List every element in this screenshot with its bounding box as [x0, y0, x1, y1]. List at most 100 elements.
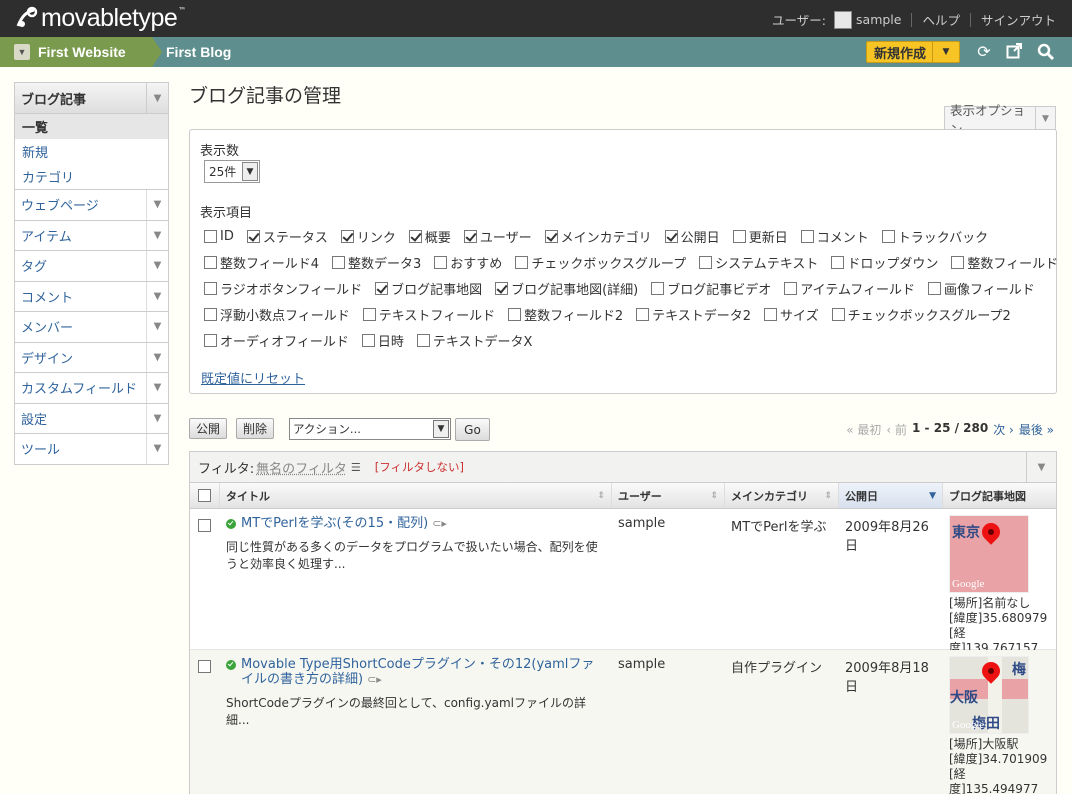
column-header-user[interactable]: ユーザー ⇕ — [612, 483, 725, 508]
new-create-button[interactable]: 新規作成 ▼ — [866, 41, 960, 63]
column-checkbox[interactable] — [515, 255, 529, 269]
column-option[interactable]: チェックボックスグループ2 — [831, 305, 1011, 324]
column-checkbox[interactable] — [951, 255, 965, 269]
column-checkbox[interactable] — [800, 229, 814, 243]
column-option[interactable]: 整数フィールド — [951, 253, 1058, 272]
column-checkbox[interactable] — [508, 307, 522, 321]
column-checkbox[interactable] — [664, 229, 678, 243]
column-option[interactable]: 整数フィールド2 — [508, 305, 623, 324]
chevron-down-icon[interactable]: ▼ — [1035, 107, 1055, 130]
chevron-down-icon[interactable]: ▼ — [146, 342, 168, 372]
column-option[interactable]: アイテムフィールド — [784, 279, 915, 298]
column-option[interactable]: ドロップダウン — [831, 253, 938, 272]
column-option[interactable]: サイズ — [764, 305, 819, 324]
column-checkbox[interactable] — [544, 229, 558, 243]
column-checkbox[interactable] — [699, 255, 713, 269]
column-option[interactable]: ユーザー — [463, 227, 532, 246]
column-checkbox[interactable] — [204, 281, 217, 295]
column-option[interactable]: システムテキスト — [699, 253, 818, 272]
display-options-button[interactable]: 表示オプション ▼ — [944, 103, 1056, 137]
count-select[interactable]: 25件 ▼ — [204, 160, 260, 183]
column-option[interactable]: 概要 — [408, 227, 451, 246]
column-header-category[interactable]: メインカテゴリ ⇕ — [725, 483, 839, 508]
column-checkbox[interactable] — [881, 229, 895, 243]
sidebar-item-tags[interactable]: タグ ▼ — [14, 251, 169, 282]
movabletype-logo[interactable]: movabletype ™ — [16, 4, 186, 32]
column-option[interactable]: おすすめ — [434, 253, 502, 272]
column-header-date[interactable]: 公開日 ▼ — [839, 483, 943, 508]
sidebar-item-webpages[interactable]: ウェブページ ▼ — [14, 190, 169, 221]
chevron-down-icon[interactable]: ▼ — [1026, 452, 1056, 482]
column-checkbox[interactable] — [340, 229, 354, 243]
column-checkbox[interactable] — [831, 307, 845, 321]
sidebar-item-custom-fields[interactable]: カスタムフィールド ▼ — [14, 373, 169, 404]
view-icon[interactable]: ⊂▸ — [432, 517, 447, 530]
signout-link[interactable]: サインアウト — [981, 10, 1056, 29]
external-link-icon[interactable] — [1005, 43, 1023, 61]
website-crumb[interactable]: ▼ First Website — [0, 37, 162, 67]
chevron-down-icon[interactable]: ▼ — [146, 251, 168, 281]
column-checkbox[interactable] — [636, 307, 650, 321]
chevron-down-icon[interactable]: ▼ — [242, 162, 258, 181]
column-header-title[interactable]: タイトル ⇕ — [220, 483, 612, 508]
column-option[interactable]: 更新日 — [732, 227, 788, 246]
column-checkbox[interactable] — [375, 281, 389, 295]
go-button[interactable]: Go — [455, 418, 490, 441]
column-checkbox[interactable] — [416, 333, 430, 347]
column-option[interactable]: チェックボックスグループ — [515, 253, 686, 272]
sidebar-section-entries[interactable]: ブログ記事 ▼ — [14, 82, 169, 114]
column-checkbox[interactable] — [361, 333, 375, 347]
column-checkbox[interactable] — [246, 229, 260, 243]
column-option[interactable]: ラジオボタンフィールド — [204, 279, 362, 298]
column-checkbox[interactable] — [784, 281, 798, 295]
column-option[interactable]: オーディオフィールド — [204, 331, 349, 350]
chevron-down-icon[interactable]: ▼ — [146, 403, 168, 433]
column-checkbox[interactable] — [204, 229, 217, 243]
chevron-down-icon[interactable]: ▼ — [146, 373, 168, 403]
search-icon[interactable] — [1036, 43, 1054, 61]
column-option[interactable]: メインカテゴリ — [544, 227, 652, 246]
column-checkbox[interactable] — [651, 281, 665, 295]
sidebar-item-assets[interactable]: アイテム ▼ — [14, 220, 169, 251]
column-option[interactable]: ブログ記事ビデオ — [651, 279, 771, 298]
sidebar-item-comments[interactable]: コメント ▼ — [14, 281, 169, 312]
username[interactable]: sample — [856, 12, 901, 27]
column-checkbox[interactable] — [204, 307, 217, 321]
column-checkbox[interactable] — [434, 255, 448, 269]
reset-defaults-link[interactable]: 既定値にリセット — [201, 368, 305, 387]
entry-title-link[interactable]: Movable Type用ShortCodeプラグイン・その12(yamlファイ… — [241, 657, 594, 687]
chevron-down-icon[interactable]: ▼ — [146, 220, 168, 250]
sidebar-subitem-new[interactable]: 新規 — [15, 139, 168, 164]
sidebar-subitem-list[interactable]: 一覧 — [15, 114, 168, 139]
column-option[interactable]: リンク — [340, 227, 396, 246]
column-checkbox[interactable] — [332, 255, 346, 269]
list-icon[interactable]: ☰ — [351, 461, 361, 474]
sidebar-subitem-category[interactable]: カテゴリ — [15, 164, 168, 189]
view-icon[interactable]: ⊂▸ — [367, 673, 382, 686]
column-option[interactable]: トラックバック — [881, 227, 988, 246]
refresh-icon[interactable]: ⟳ — [975, 43, 993, 61]
column-option[interactable]: 公開日 — [664, 227, 720, 246]
entry-title-link[interactable]: MTでPerlを学ぶ(その15・配列) — [241, 516, 428, 531]
column-option[interactable]: 画像フィールド — [927, 279, 1035, 298]
column-checkbox[interactable] — [408, 229, 422, 243]
pager-next[interactable]: 次 › — [993, 421, 1014, 438]
action-select[interactable]: アクション... ▼ — [289, 418, 451, 440]
column-checkbox[interactable] — [362, 307, 376, 321]
column-checkbox[interactable] — [831, 255, 845, 269]
blog-crumb[interactable]: First Blog — [166, 37, 231, 67]
column-option[interactable]: 整数フィールド4 — [204, 253, 319, 272]
chevron-down-icon[interactable]: ▼ — [146, 281, 168, 311]
column-checkbox[interactable] — [463, 229, 477, 243]
chevron-down-icon[interactable]: ▼ — [933, 47, 959, 57]
pager-last[interactable]: 最後 » — [1019, 421, 1054, 438]
column-option[interactable]: コメント — [800, 227, 869, 246]
row-checkbox[interactable] — [198, 519, 211, 532]
chevron-down-icon[interactable]: ▼ — [146, 190, 168, 220]
publish-button[interactable]: 公開 — [189, 418, 227, 439]
column-option[interactable]: テキストフィールド — [362, 305, 495, 324]
map-thumbnail[interactable]: 東京 Google — [949, 515, 1029, 593]
delete-button[interactable]: 削除 — [236, 418, 274, 439]
help-link[interactable]: ヘルプ — [922, 10, 960, 29]
chevron-down-icon[interactable]: ▼ — [146, 83, 168, 113]
